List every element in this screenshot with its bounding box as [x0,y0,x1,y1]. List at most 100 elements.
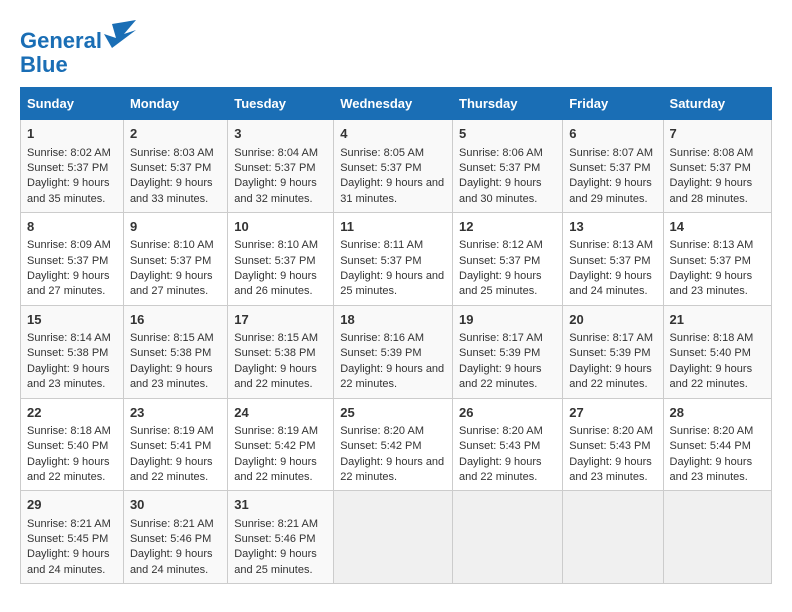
daylight-text: Daylight: 9 hours and 33 minutes. [130,177,213,204]
daylight-text: Daylight: 9 hours and 26 minutes. [234,270,317,297]
sunrise-text: Sunrise: 8:10 AM [130,239,214,251]
weekday-header-tuesday: Tuesday [228,88,334,120]
day-number: 26 [459,404,556,422]
day-number: 14 [670,218,765,236]
sunrise-text: Sunrise: 8:04 AM [234,147,318,159]
sunset-text: Sunset: 5:37 PM [670,162,751,174]
sunrise-text: Sunrise: 8:13 AM [569,239,653,251]
sunrise-text: Sunrise: 8:21 AM [234,518,318,530]
daylight-text: Daylight: 9 hours and 22 minutes. [27,456,110,483]
daylight-text: Daylight: 9 hours and 30 minutes. [459,177,542,204]
sunset-text: Sunset: 5:46 PM [234,533,315,545]
day-number: 18 [340,311,446,329]
sunrise-text: Sunrise: 8:12 AM [459,239,543,251]
day-number: 10 [234,218,327,236]
day-number: 20 [569,311,656,329]
sunset-text: Sunset: 5:42 PM [340,440,421,452]
calendar-cell: 2Sunrise: 8:03 AMSunset: 5:37 PMDaylight… [123,120,227,213]
day-number: 8 [27,218,117,236]
sunset-text: Sunset: 5:37 PM [459,162,540,174]
calendar-cell [334,491,453,584]
day-number: 19 [459,311,556,329]
sunrise-text: Sunrise: 8:07 AM [569,147,653,159]
calendar-cell: 6 Sunrise: 8:07 AM Sunset: 5:37 PM Daylight… [563,120,663,213]
calendar-cell: 4Sunrise: 8:05 AMSunset: 5:37 PMDaylight… [334,120,453,213]
day-number: 3 [234,125,327,143]
daylight-text: Daylight: 9 hours and 29 minutes. [569,177,652,204]
calendar-cell [563,491,663,584]
day-number: 21 [670,311,765,329]
day-number: 17 [234,311,327,329]
day-number: 11 [340,218,446,236]
logo-blue: Blue [20,52,68,77]
daylight-text: Daylight: 9 hours and 23 minutes. [670,456,753,483]
daylight-text: Daylight: 9 hours and 22 minutes. [569,363,652,390]
calendar-cell: 18Sunrise: 8:16 AMSunset: 5:39 PMDayligh… [334,305,453,398]
sunset-text: Sunset: 5:40 PM [670,347,751,359]
sunset-text: Sunset: 5:37 PM [27,255,108,267]
daylight-text: Daylight: 9 hours and 22 minutes. [670,363,753,390]
daylight-text: Daylight: 9 hours and 31 minutes. [340,177,444,204]
day-number: 30 [130,496,221,514]
sunset-text: Sunset: 5:42 PM [234,440,315,452]
daylight-text: Daylight: 9 hours and 22 minutes. [130,456,213,483]
sunset-text: Sunset: 5:44 PM [670,440,751,452]
sunset-text: Sunset: 5:45 PM [27,533,108,545]
sunrise-text: Sunrise: 8:17 AM [569,332,653,344]
calendar-cell [453,491,563,584]
weekday-header-sunday: Sunday [21,88,124,120]
day-number: 25 [340,404,446,422]
day-number: 27 [569,404,656,422]
logo-bird-icon [104,20,136,48]
daylight-text: Daylight: 9 hours and 25 minutes. [340,270,444,297]
day-number: 16 [130,311,221,329]
sunset-text: Sunset: 5:43 PM [459,440,540,452]
calendar-cell: 29Sunrise: 8:21 AMSunset: 5:45 PMDayligh… [21,491,124,584]
daylight-text: Daylight: 9 hours and 22 minutes. [234,363,317,390]
sunrise-text: Sunrise: 8:17 AM [459,332,543,344]
sunrise-text: Sunrise: 8:15 AM [130,332,214,344]
sunrise-text: Sunrise: 8:18 AM [27,425,111,437]
daylight-text: Daylight: 9 hours and 27 minutes. [130,270,213,297]
daylight-text: Daylight: 9 hours and 24 minutes. [130,548,213,575]
week-row-5: 29Sunrise: 8:21 AMSunset: 5:45 PMDayligh… [21,491,772,584]
day-number: 23 [130,404,221,422]
day-number: 22 [27,404,117,422]
sunset-text: Sunset: 5:37 PM [569,162,650,174]
calendar-cell: 31Sunrise: 8:21 AMSunset: 5:46 PMDayligh… [228,491,334,584]
calendar-cell: 7Sunrise: 8:08 AMSunset: 5:37 PMDaylight… [663,120,771,213]
header: General Blue [20,20,772,77]
day-number: 6 [569,125,656,143]
sunrise-text: Sunrise: 8:13 AM [670,239,754,251]
sunrise-text: Sunrise: 8:10 AM [234,239,318,251]
sunrise-text: Sunrise: 8:02 AM [27,147,111,159]
calendar-cell: 5Sunrise: 8:06 AMSunset: 5:37 PMDaylight… [453,120,563,213]
calendar-cell: 23Sunrise: 8:19 AMSunset: 5:41 PMDayligh… [123,398,227,491]
sunset-text: Sunset: 5:37 PM [130,162,211,174]
day-number: 28 [670,404,765,422]
sunset-text: Sunset: 5:37 PM [340,162,421,174]
daylight-text: Daylight: 9 hours and 23 minutes. [670,270,753,297]
sunset-text: Sunset: 5:37 PM [459,255,540,267]
daylight-text: Daylight: 9 hours and 22 minutes. [234,456,317,483]
logo: General Blue [20,20,136,77]
calendar-cell: 26Sunrise: 8:20 AMSunset: 5:43 PMDayligh… [453,398,563,491]
sunrise-text: Sunrise: 8:18 AM [670,332,754,344]
sunrise-text: Sunrise: 8:20 AM [670,425,754,437]
sunset-text: Sunset: 5:37 PM [670,255,751,267]
sunset-text: Sunset: 5:37 PM [27,162,108,174]
sunset-text: Sunset: 5:38 PM [234,347,315,359]
calendar-table: SundayMondayTuesdayWednesdayThursdayFrid… [20,87,772,584]
sunrise-text: Sunrise: 8:21 AM [27,518,111,530]
calendar-cell: 10Sunrise: 8:10 AMSunset: 5:37 PMDayligh… [228,213,334,306]
sunrise-text: Sunrise: 8:19 AM [234,425,318,437]
day-number: 9 [130,218,221,236]
day-number: 7 [670,125,765,143]
sunrise-text: Sunrise: 8:11 AM [340,239,423,251]
calendar-cell: 17 Sunrise: 8:15 AM Sunset: 5:38 PM Dayligh… [228,305,334,398]
sunset-text: Sunset: 5:39 PM [340,347,421,359]
daylight-text: Daylight: 9 hours and 22 minutes. [340,363,444,390]
sunset-text: Sunset: 5:37 PM [340,255,421,267]
weekday-header-thursday: Thursday [453,88,563,120]
sunrise-text: Sunrise: 8:15 AM [234,332,318,344]
